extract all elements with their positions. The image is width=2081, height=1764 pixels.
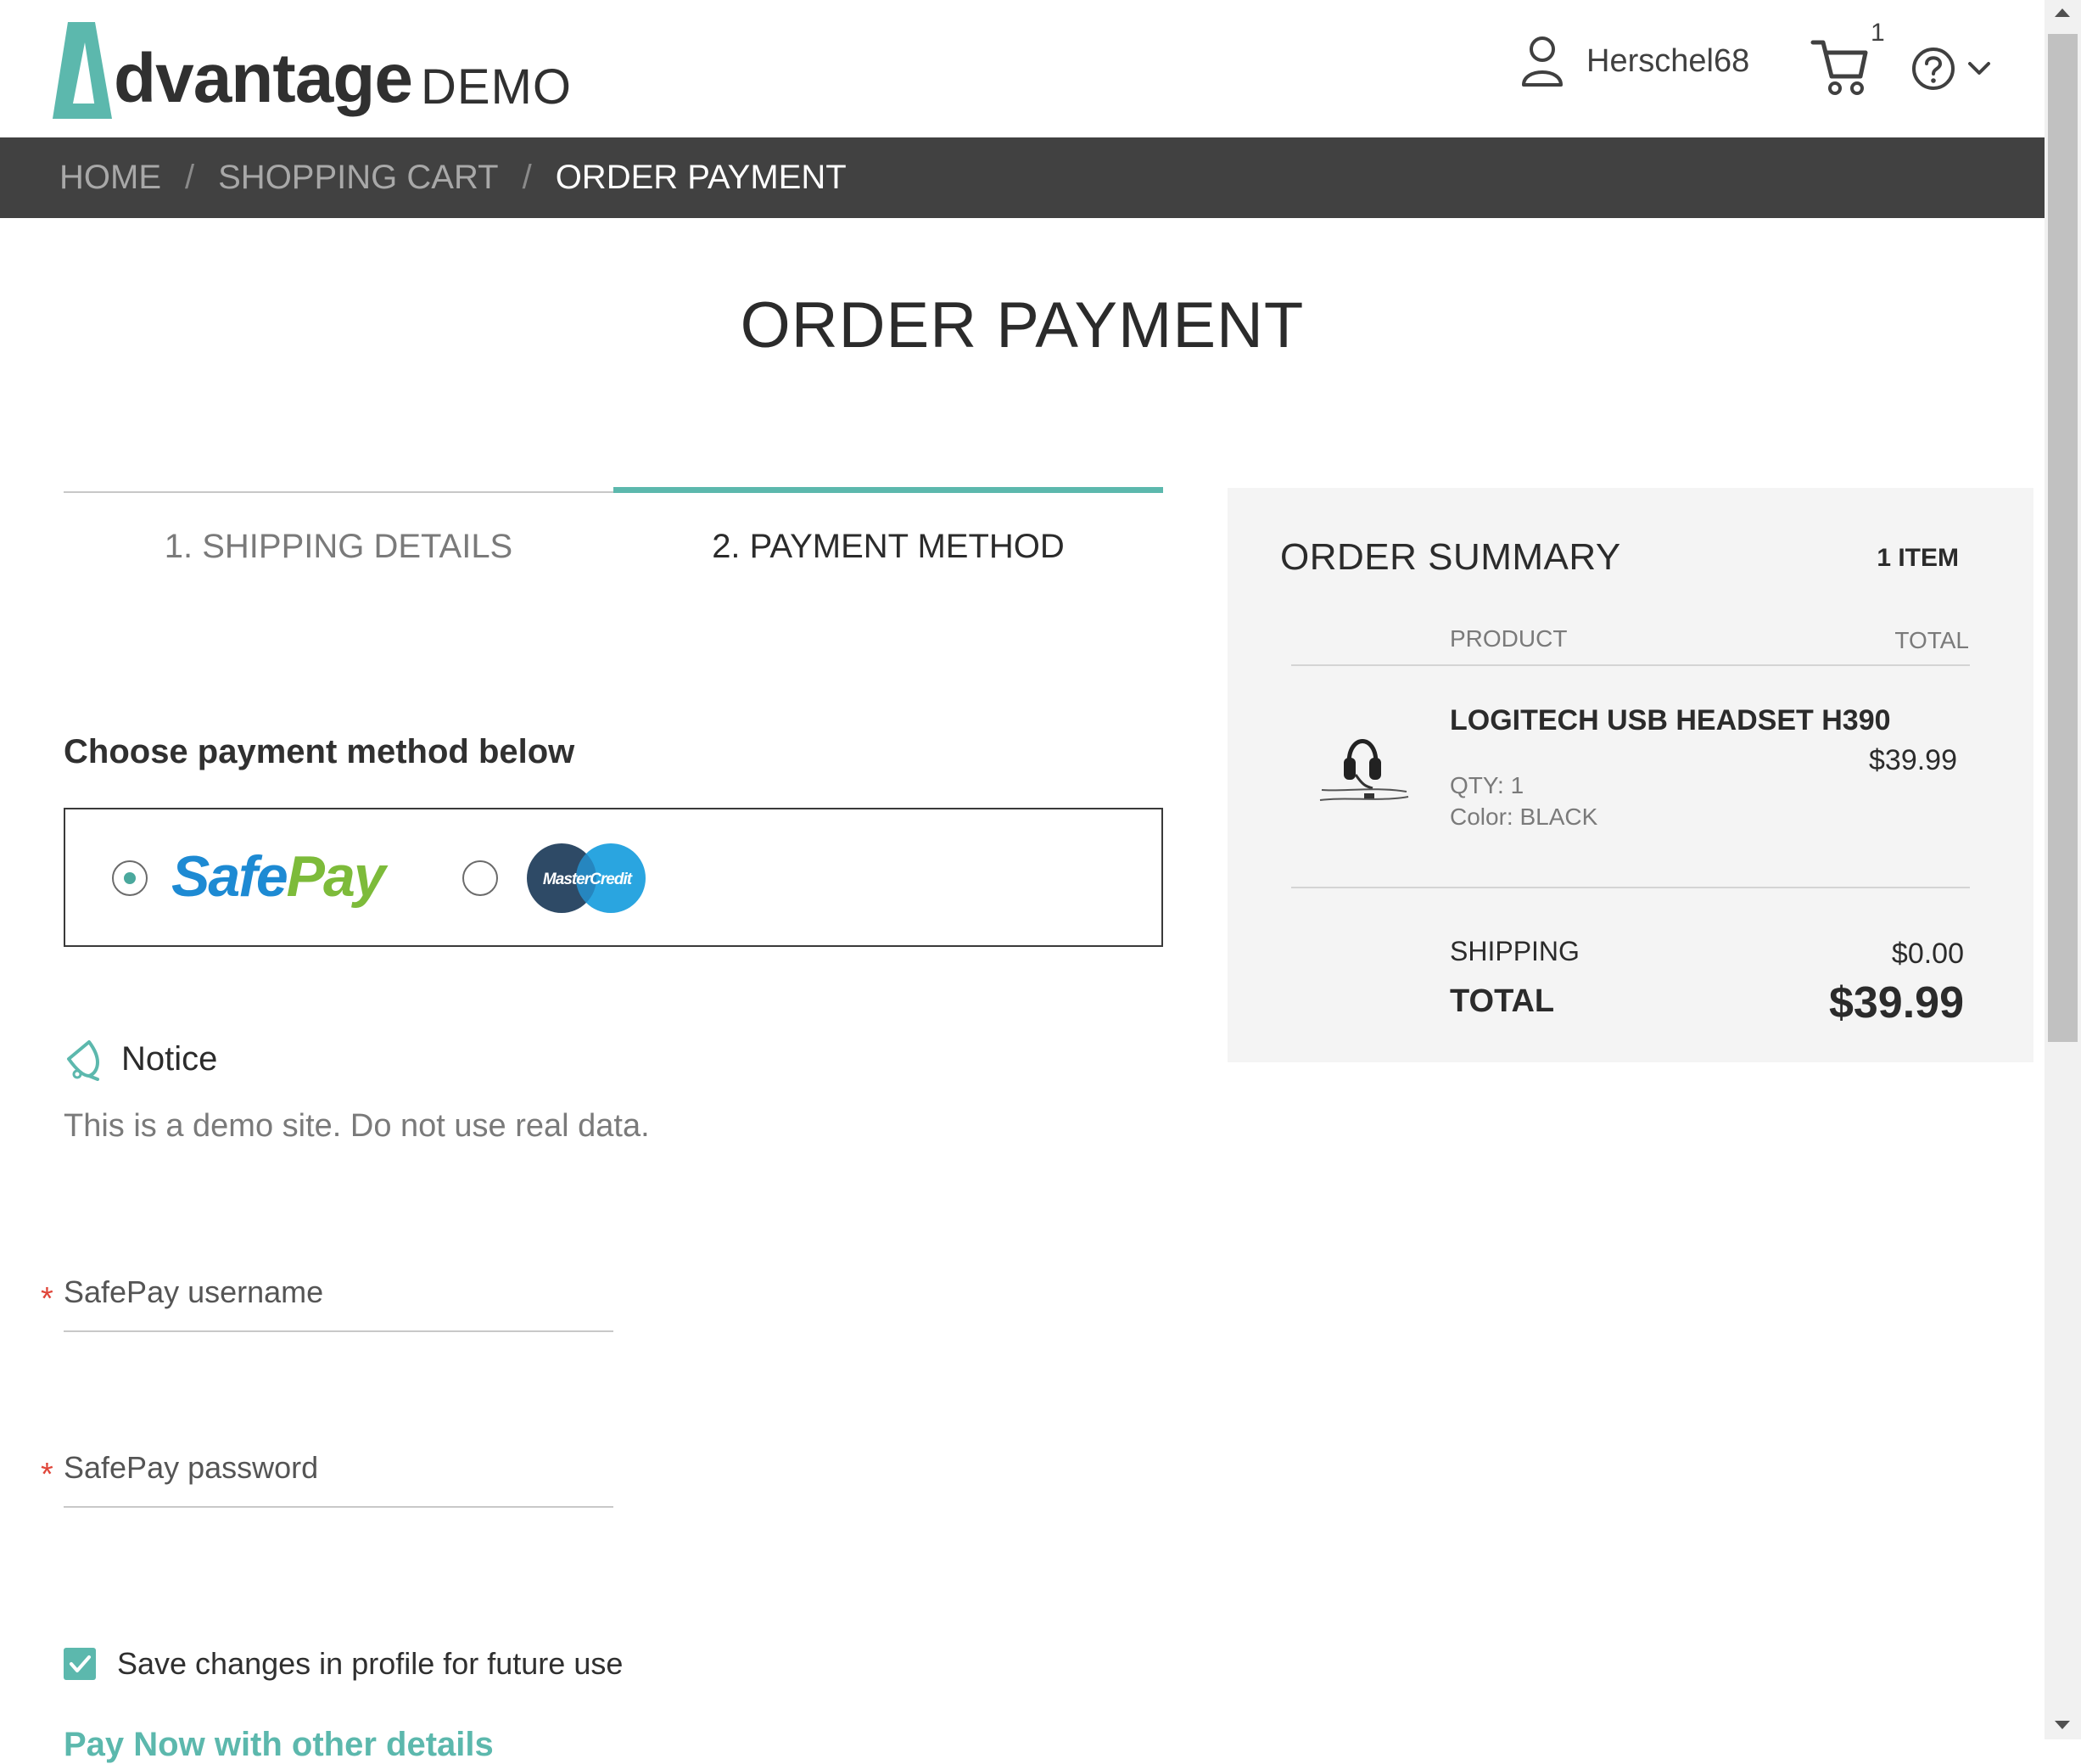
scroll-up-arrow-icon[interactable] (2055, 8, 2070, 17)
required-marker: * (41, 1457, 53, 1492)
notice-title: Notice (121, 1039, 218, 1078)
order-summary-title: ORDER SUMMARY (1280, 536, 1621, 578)
mastercredit-logo[interactable]: MasterCredit (526, 842, 648, 915)
total-label: TOTAL (1450, 983, 1555, 1019)
product-price: $39.99 (1869, 744, 1957, 776)
breadcrumb-separator: / (185, 159, 195, 196)
logo-wordmark: dvantage (114, 40, 413, 117)
help-menu[interactable] (1910, 46, 1992, 92)
safepay-password-field (64, 1438, 613, 1508)
shipping-label: SHIPPING (1450, 936, 1580, 966)
product-quantity: QTY: 1 (1450, 772, 1524, 798)
chevron-down-icon (1968, 62, 1990, 75)
notice-header: Notice (64, 1037, 217, 1081)
column-header-total: TOTAL (1894, 627, 1969, 653)
advantage-logo[interactable]: dvantage DEMO (48, 19, 572, 120)
step-payment-method[interactable]: 2. PAYMENT METHOD (613, 528, 1163, 566)
safepay-logo[interactable]: SafePay (171, 843, 386, 910)
step-shipping-details[interactable]: 1. SHIPPING DETAILS (64, 528, 613, 566)
user-menu[interactable]: Herschel68 (1519, 34, 1749, 88)
cart-icon[interactable] (1810, 36, 1869, 99)
logo-demo-text: DEMO (421, 59, 572, 115)
safepay-username-input[interactable] (64, 1263, 613, 1322)
logo-mark-icon (53, 22, 112, 119)
pay-now-link[interactable]: Pay Now with other details (64, 1726, 494, 1764)
product-image[interactable] (1317, 725, 1412, 810)
summary-divider (1291, 664, 1970, 666)
product-color: Color: BLACK (1450, 804, 1598, 830)
username-label: Herschel68 (1586, 42, 1750, 79)
payment-method-heading: Choose payment method below (64, 733, 575, 770)
checkout-steps: 1. SHIPPING DETAILS 2. PAYMENT METHOD (64, 487, 1163, 580)
site-header: dvantage DEMO Herschel68 1 (0, 0, 2045, 137)
order-summary: ORDER SUMMARY 1 ITEM PRODUCT TOTAL LOGIT… (1228, 488, 2033, 1062)
safepay-radio[interactable] (112, 860, 148, 896)
bell-icon (67, 1040, 99, 1081)
save-profile-checkbox[interactable] (64, 1648, 96, 1680)
help-icon (1912, 48, 1955, 90)
summary-divider (1291, 887, 1970, 888)
cart-count-badge: 1 (1871, 19, 1885, 47)
payment-method-selector: SafePay MasterCredit (64, 808, 1163, 947)
safepay-username-field (64, 1263, 613, 1332)
mastercredit-radio[interactable] (462, 860, 498, 896)
column-header-product: PRODUCT (1450, 625, 1568, 652)
notice-text: This is a demo site. Do not use real dat… (64, 1108, 650, 1144)
breadcrumb: HOME / SHOPPING CART / ORDER PAYMENT (0, 137, 2045, 218)
total-value: $39.99 (1828, 978, 1964, 1028)
order-items-count: 1 ITEM (1877, 544, 1959, 572)
scrollbar-thumb[interactable] (2048, 34, 2078, 1042)
breadcrumb-order-payment: ORDER PAYMENT (555, 159, 847, 196)
product-name[interactable]: LOGITECH USB HEADSET H390 (1450, 704, 1891, 737)
user-icon (1522, 36, 1563, 87)
check-icon (70, 1655, 91, 1672)
save-profile-label: Save changes in profile for future use (117, 1646, 624, 1681)
safepay-logo-safe: Safe (171, 844, 288, 909)
mastercredit-logo-text: MasterCredit (543, 871, 633, 888)
breadcrumb-separator: / (522, 159, 532, 196)
breadcrumb-shopping-cart[interactable]: SHOPPING CART (218, 159, 498, 197)
shipping-value: $0.00 (1891, 938, 1964, 970)
safepay-logo-pay: Pay (286, 844, 386, 909)
breadcrumb-home[interactable]: HOME (59, 159, 161, 197)
scroll-down-arrow-icon[interactable] (2055, 1721, 2070, 1729)
page-title: ORDER PAYMENT (740, 289, 1305, 361)
required-marker: * (41, 1281, 53, 1317)
safepay-password-input[interactable] (64, 1438, 613, 1498)
page-scrollbar[interactable] (2045, 0, 2081, 1739)
active-step-indicator (613, 487, 1163, 493)
